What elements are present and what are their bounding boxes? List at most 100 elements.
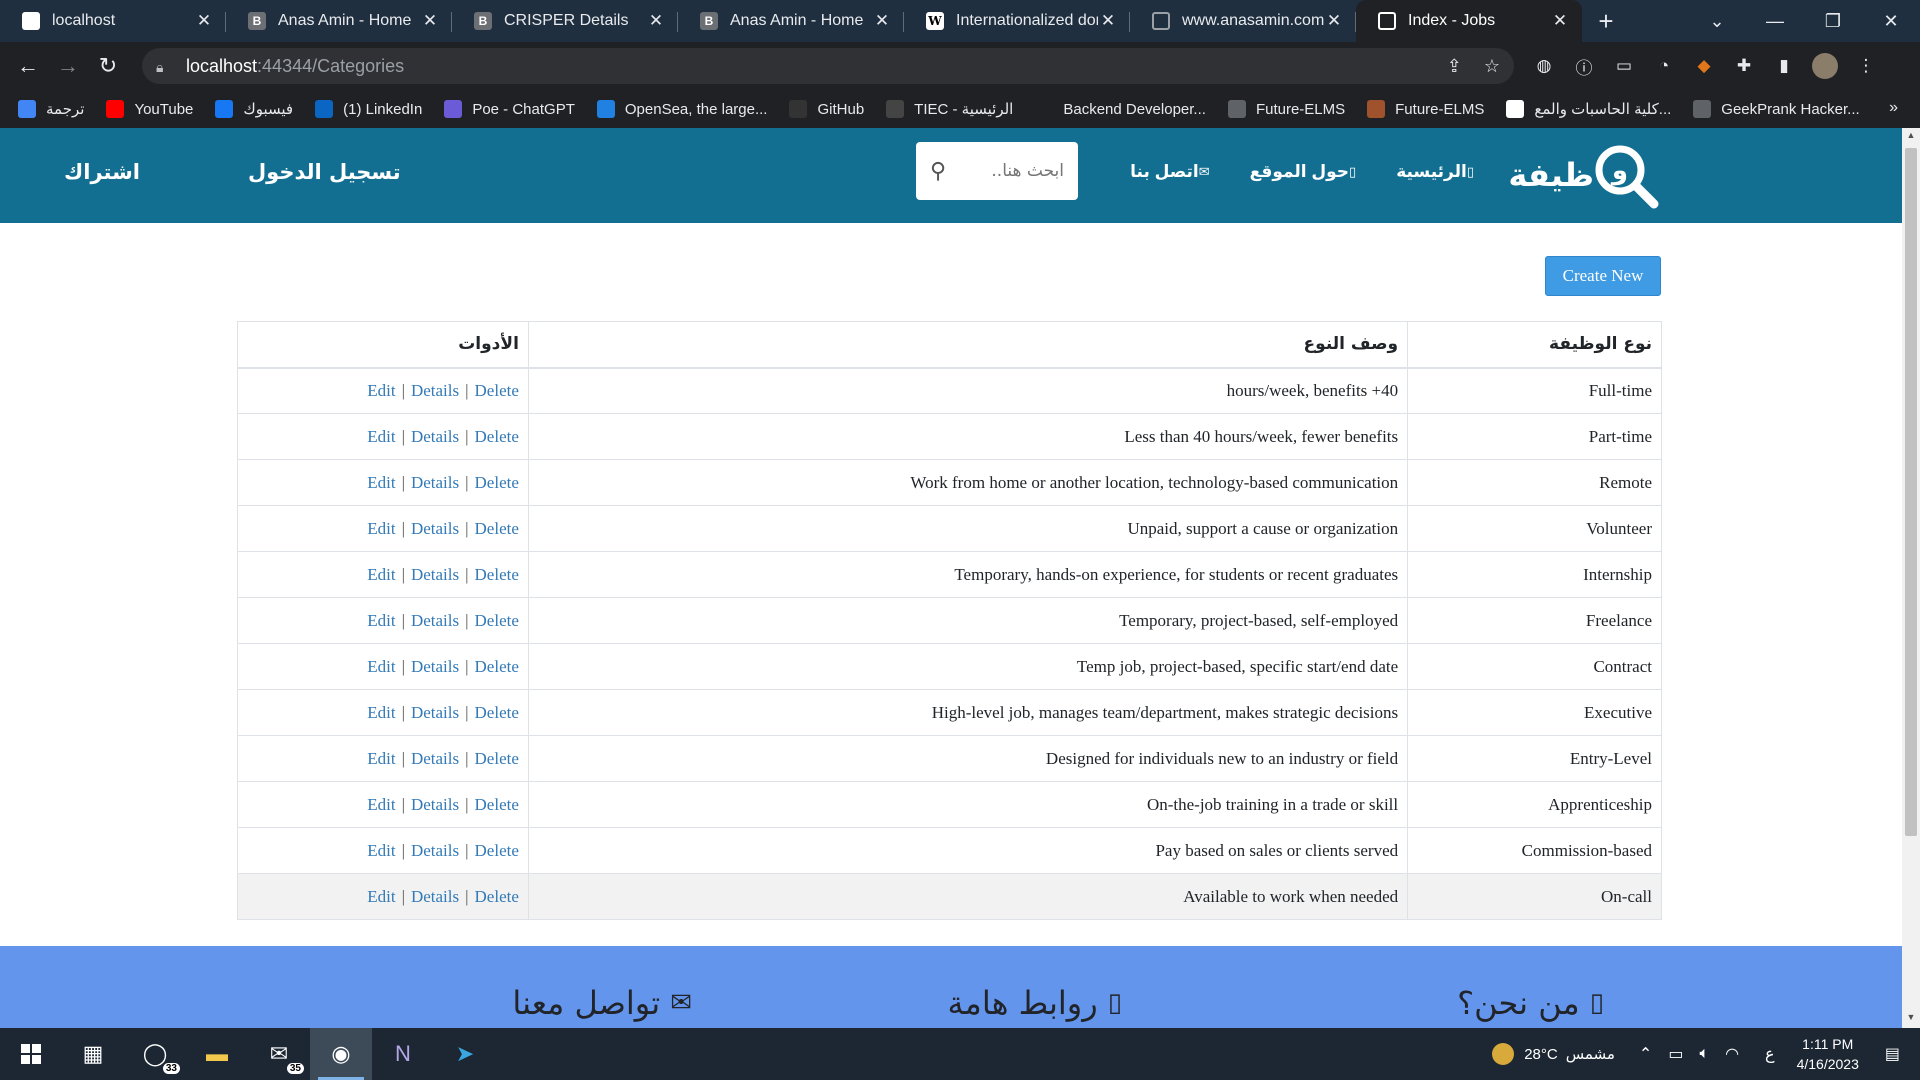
- bookmark-item[interactable]: TIEC - الرئيسية: [886, 100, 1013, 118]
- details-link[interactable]: Details: [411, 565, 459, 584]
- browser-menu-icon[interactable]: ⋮: [1846, 46, 1886, 86]
- browser-tab[interactable]: B Anas Amin - Home ✕: [678, 0, 904, 42]
- side-panel-icon[interactable]: ▮: [1764, 46, 1804, 86]
- more-bookmarks-icon[interactable]: »: [1889, 99, 1898, 117]
- edit-link[interactable]: Edit: [367, 519, 395, 538]
- edit-link[interactable]: Edit: [367, 703, 395, 722]
- details-link[interactable]: Details: [411, 703, 459, 722]
- bookmark-item[interactable]: Backend Developer...: [1035, 100, 1206, 118]
- task-view-icon[interactable]: ▦: [62, 1028, 124, 1080]
- details-link[interactable]: Details: [411, 427, 459, 446]
- delete-link[interactable]: Delete: [475, 381, 519, 400]
- edit-link[interactable]: Edit: [367, 795, 395, 814]
- details-link[interactable]: Details: [411, 657, 459, 676]
- tray-chevron-icon[interactable]: ⌃: [1639, 1044, 1652, 1064]
- details-link[interactable]: Details: [411, 841, 459, 860]
- bookmark-item[interactable]: OpenSea, the large...: [596, 100, 767, 118]
- clock[interactable]: 1:11 PM 4/16/2023: [1797, 1034, 1859, 1074]
- tab-search-icon[interactable]: ⌄: [1688, 0, 1746, 42]
- whatsapp-taskbar-icon[interactable]: ◯ 33: [124, 1028, 186, 1080]
- edit-link[interactable]: Edit: [367, 473, 395, 492]
- edit-link[interactable]: Edit: [367, 749, 395, 768]
- battery-icon[interactable]: ▭: [1668, 1044, 1683, 1064]
- login-link[interactable]: تسجيل الدخول: [248, 160, 401, 184]
- wifi-icon[interactable]: ◠: [1725, 1044, 1739, 1064]
- edit-link[interactable]: Edit: [367, 427, 395, 446]
- tab-close-icon[interactable]: ✕: [872, 11, 892, 31]
- bookmark-star-icon[interactable]: ☆: [1484, 56, 1500, 77]
- edit-link[interactable]: Edit: [367, 381, 395, 400]
- mail-taskbar-icon[interactable]: ✉ 35: [248, 1028, 310, 1080]
- file-explorer-icon[interactable]: ▬: [186, 1028, 248, 1080]
- browser-tab[interactable]: www.anasamin.com ✕: [1130, 0, 1356, 42]
- screen-extension-icon[interactable]: ▭: [1604, 46, 1644, 86]
- browser-tab[interactable]: localhost ✕: [0, 0, 226, 42]
- bookmark-item[interactable]: ترجمة: [18, 100, 84, 118]
- notifications-icon[interactable]: ▤: [1885, 1044, 1900, 1064]
- new-tab-button[interactable]: +: [1582, 0, 1630, 42]
- delete-link[interactable]: Delete: [475, 473, 519, 492]
- delete-link[interactable]: Delete: [475, 703, 519, 722]
- edge-extension-icon[interactable]: ◔: [1644, 46, 1684, 86]
- delete-link[interactable]: Delete: [475, 427, 519, 446]
- restore-icon[interactable]: ❐: [1804, 0, 1862, 42]
- start-button[interactable]: [0, 1028, 62, 1080]
- edit-link[interactable]: Edit: [367, 565, 395, 584]
- info-extension-icon[interactable]: ⓘ: [1564, 46, 1604, 86]
- tab-close-icon[interactable]: ✕: [1324, 11, 1344, 31]
- telegram-icon[interactable]: ➤: [434, 1028, 496, 1080]
- details-link[interactable]: Details: [411, 749, 459, 768]
- search-icon[interactable]: ⚲: [930, 158, 946, 184]
- delete-link[interactable]: Delete: [475, 657, 519, 676]
- delete-link[interactable]: Delete: [475, 887, 519, 906]
- bookmark-item[interactable]: GitHub: [789, 100, 864, 118]
- search-input[interactable]: [964, 161, 1064, 181]
- page-scrollbar[interactable]: ▲ ▼: [1902, 128, 1920, 1028]
- delete-link[interactable]: Delete: [475, 795, 519, 814]
- delete-link[interactable]: Delete: [475, 519, 519, 538]
- edit-link[interactable]: Edit: [367, 657, 395, 676]
- weather-desc[interactable]: مشمس: [1566, 1045, 1615, 1063]
- back-icon[interactable]: ←: [8, 46, 48, 86]
- browser-tab[interactable]: Index - Jobs ✕: [1356, 0, 1582, 42]
- volume-icon[interactable]: 🔈︎: [1699, 1045, 1709, 1063]
- minimize-icon[interactable]: —: [1746, 0, 1804, 42]
- details-link[interactable]: Details: [411, 519, 459, 538]
- bookmark-item[interactable]: YouTube: [106, 100, 193, 118]
- create-new-button[interactable]: Create New: [1545, 256, 1661, 296]
- bookmark-item[interactable]: Future-ELMS: [1227, 100, 1345, 118]
- register-link[interactable]: اشتراك: [64, 160, 140, 184]
- bookmark-item[interactable]: Future-ELMS: [1367, 100, 1484, 118]
- browser-tab[interactable]: B CRISPER Details ✕: [452, 0, 678, 42]
- bookmark-item[interactable]: Poe - ChatGPT: [444, 100, 575, 118]
- input-language[interactable]: ع: [1765, 1044, 1775, 1064]
- share-icon[interactable]: ⇪: [1447, 56, 1462, 77]
- site-logo[interactable]: و ظيفة: [1508, 140, 1666, 210]
- reload-icon[interactable]: ↻: [88, 46, 128, 86]
- delete-link[interactable]: Delete: [475, 749, 519, 768]
- edit-link[interactable]: Edit: [367, 841, 395, 860]
- details-link[interactable]: Details: [411, 887, 459, 906]
- details-link[interactable]: Details: [411, 473, 459, 492]
- bookmark-item[interactable]: كلية الحاسبات والمع...: [1506, 100, 1671, 118]
- edit-link[interactable]: Edit: [367, 887, 395, 906]
- edit-link[interactable]: Edit: [367, 611, 395, 630]
- details-link[interactable]: Details: [411, 381, 459, 400]
- tab-close-icon[interactable]: ✕: [1550, 11, 1570, 31]
- extensions-puzzle-icon[interactable]: ✚: [1724, 46, 1764, 86]
- delete-link[interactable]: Delete: [475, 611, 519, 630]
- scrollbar-thumb[interactable]: [1905, 148, 1917, 836]
- profile-avatar[interactable]: [1812, 53, 1838, 79]
- browser-tab[interactable]: W Internationalized dom ✕: [904, 0, 1130, 42]
- address-bar[interactable]: 🔒︎ localhost:44344/Categories ⇪ ☆: [142, 48, 1514, 84]
- nav-about[interactable]: ▯ حول الموقع: [1250, 162, 1363, 182]
- details-link[interactable]: Details: [411, 611, 459, 630]
- weather-temp[interactable]: 28°C: [1524, 1046, 1558, 1063]
- chrome-taskbar-icon[interactable]: ◉: [310, 1028, 372, 1080]
- translate-extension-icon[interactable]: ◍: [1524, 46, 1564, 86]
- forward-icon[interactable]: →: [48, 46, 88, 86]
- tab-close-icon[interactable]: ✕: [1098, 11, 1118, 31]
- visual-studio-icon[interactable]: N: [372, 1028, 434, 1080]
- tab-close-icon[interactable]: ✕: [420, 11, 440, 31]
- close-window-icon[interactable]: ✕: [1862, 0, 1920, 42]
